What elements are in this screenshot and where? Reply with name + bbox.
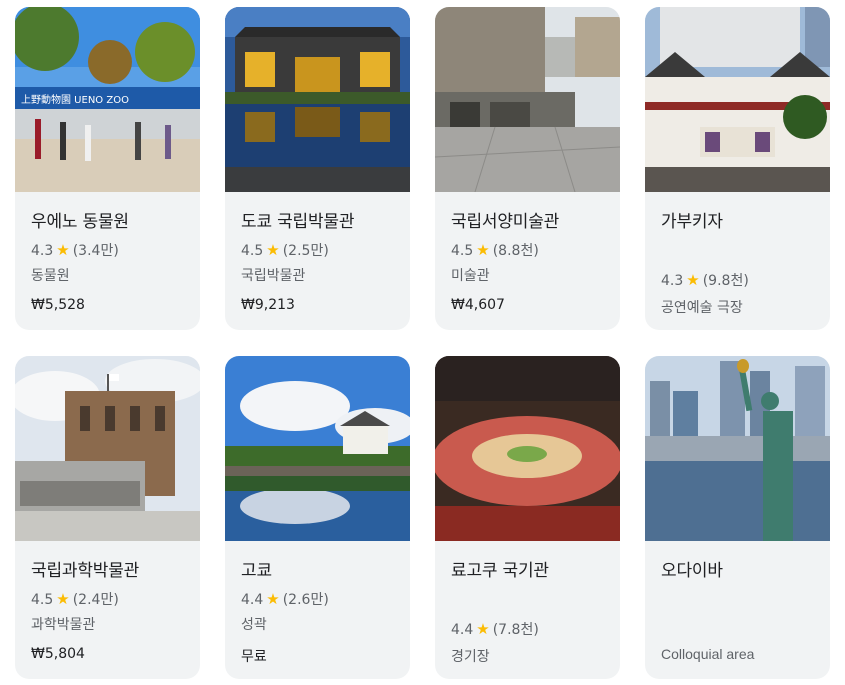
imperial-palace-photo: [225, 356, 410, 541]
place-category: 경기장: [451, 649, 490, 665]
place-category: Colloquial area: [661, 646, 755, 662]
place-card-western-art-museum[interactable]: 국립서양미술관 4.5 ★ (8.8천) 미술관 ₩4,607: [435, 7, 620, 330]
review-count: (2.5만): [282, 243, 329, 259]
rating-value: 4.5: [451, 243, 474, 259]
star-icon: ★: [56, 590, 70, 608]
zoo-entrance-photo: 上野動物園 UENO ZOO: [15, 7, 200, 192]
rating-value: 4.5: [241, 243, 264, 259]
rating-row: 4.5 ★ (2.4만): [31, 589, 119, 609]
statue-of-liberty-photo: [645, 356, 830, 541]
rating-row: 4.3 ★ (9.8천): [661, 270, 749, 290]
place-card-kabukiza[interactable]: 가부키자 4.3 ★ (9.8천) 공연예술 극장: [645, 7, 830, 330]
place-card-odaiba[interactable]: 오다이바 Colloquial area: [645, 356, 830, 679]
sumo-arena-photo: [435, 356, 620, 541]
rating-row: 4.3 ★ (3.4만): [31, 240, 119, 260]
review-count: (8.8천): [492, 243, 539, 259]
science-museum-photo: [15, 356, 200, 541]
place-price: ₩4,607: [451, 297, 505, 313]
place-title: 오다이바: [661, 561, 723, 581]
modern-museum-photo: [435, 7, 620, 192]
kabuki-theater-photo: [645, 7, 830, 192]
place-title: 국립서양미술관: [451, 212, 560, 232]
review-count: (3.4만): [72, 243, 119, 259]
rating-row: 4.5 ★ (8.8천): [451, 240, 539, 260]
place-price: ₩5,528: [31, 297, 85, 313]
rating-value: 4.4: [241, 592, 264, 608]
place-title: 국립과학박물관: [31, 561, 140, 581]
place-title: 우에노 동물원: [31, 212, 129, 232]
rating-row: 4.4 ★ (2.6만): [241, 589, 329, 609]
place-category: 국립박물관: [241, 268, 306, 284]
rating-value: 4.4: [451, 622, 474, 638]
place-category: 과학박물관: [31, 617, 96, 633]
museum-reflection-photo: [225, 7, 410, 192]
place-title: 료고쿠 국기관: [451, 561, 549, 581]
place-category: 미술관: [451, 268, 490, 284]
place-category: 성곽: [241, 617, 267, 633]
rating-row: 4.4 ★ (7.8천): [451, 619, 539, 639]
star-icon: ★: [476, 620, 490, 638]
zoo-sign-text: 上野動物園 UENO ZOO: [21, 93, 129, 106]
place-price: ₩5,804: [31, 646, 85, 662]
place-card-imperial-palace[interactable]: 고쿄 4.4 ★ (2.6만) 성곽 무료: [225, 356, 410, 679]
place-card-ryogoku-kokugikan[interactable]: 료고쿠 국기관 4.4 ★ (7.8천) 경기장: [435, 356, 620, 679]
review-count: (2.6만): [282, 592, 329, 608]
rating-row: 4.5 ★ (2.5만): [241, 240, 329, 260]
place-category: 동물원: [31, 268, 70, 284]
place-title: 고쿄: [241, 561, 272, 581]
rating-value: 4.5: [31, 592, 54, 608]
place-title: 도쿄 국립박물관: [241, 212, 355, 232]
place-card-tokyo-national-museum[interactable]: 도쿄 국립박물관 4.5 ★ (2.5만) 국립박물관 ₩9,213: [225, 7, 410, 330]
star-icon: ★: [266, 590, 280, 608]
star-icon: ★: [476, 241, 490, 259]
review-count: (9.8천): [702, 273, 749, 289]
review-count: (2.4만): [72, 592, 119, 608]
place-price: ₩9,213: [241, 297, 295, 313]
star-icon: ★: [56, 241, 70, 259]
place-category: 공연예술 극장: [661, 300, 743, 316]
review-count: (7.8천): [492, 622, 539, 638]
place-card-science-museum[interactable]: 국립과학박물관 4.5 ★ (2.4만) 과학박물관 ₩5,804: [15, 356, 200, 679]
rating-value: 4.3: [31, 243, 54, 259]
star-icon: ★: [266, 241, 280, 259]
rating-value: 4.3: [661, 273, 684, 289]
place-price: 무료: [241, 649, 267, 665]
star-icon: ★: [686, 271, 700, 289]
place-title: 가부키자: [661, 212, 723, 232]
place-card-ueno-zoo[interactable]: 上野動物園 UENO ZOO 우에노 동물원 4.3 ★ (3.4만) 동물원 ₩5…: [15, 7, 200, 330]
